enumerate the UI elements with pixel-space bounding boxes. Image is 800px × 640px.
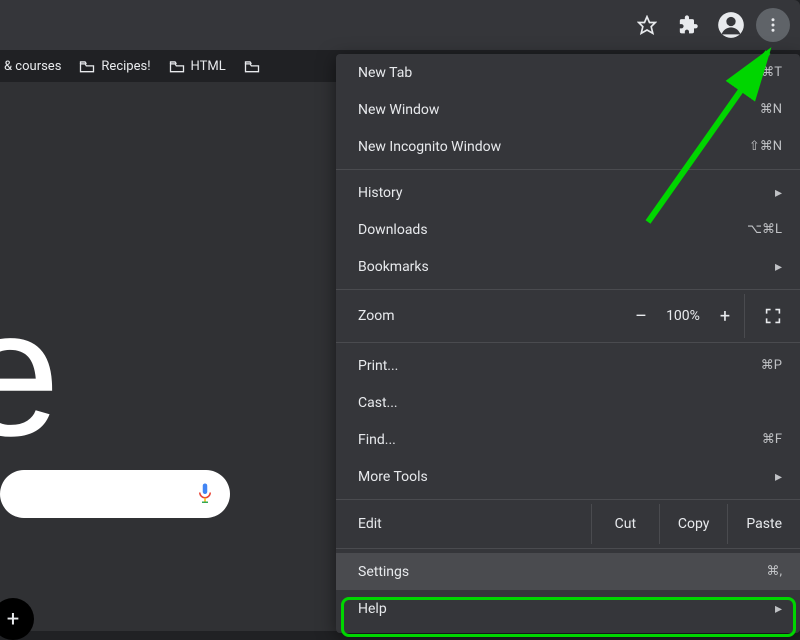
fullscreen-button[interactable] — [744, 294, 800, 338]
menu-shortcut: ⌘F — [762, 432, 782, 447]
menu-item-downloads[interactable]: Downloads ⌥⌘L — [336, 211, 800, 248]
menu-label: Edit — [336, 516, 591, 532]
bookmark-label: Recipes! — [101, 59, 150, 74]
folder-icon — [169, 60, 185, 73]
menu-label: Help — [358, 601, 387, 617]
menu-shortcut: ⇧⌘N — [749, 139, 782, 154]
menu-shortcut: ⌘, — [766, 564, 782, 579]
zoom-in-button[interactable]: + — [706, 306, 744, 327]
menu-separator — [336, 342, 800, 343]
menu-item-edit: Edit Cut Copy Paste — [336, 504, 800, 544]
menu-item-new-tab[interactable]: New Tab ⌘T — [336, 54, 800, 91]
folder-icon — [79, 60, 95, 73]
bookmark-label: HTML — [191, 59, 226, 74]
folder-icon — [244, 60, 260, 73]
menu-item-bookmarks[interactable]: Bookmarks ▸ — [336, 248, 800, 285]
menu-item-find[interactable]: Find... ⌘F — [336, 421, 800, 458]
edit-paste-button[interactable]: Paste — [727, 504, 800, 544]
bookmark-label: & courses — [4, 59, 61, 74]
browser-toolbar — [0, 0, 800, 50]
chevron-right-icon: ▸ — [775, 259, 782, 275]
bookmark-item-courses[interactable]: & courses — [4, 59, 61, 74]
menu-label: Print... — [358, 358, 398, 374]
menu-label: Bookmarks — [358, 259, 429, 275]
fullscreen-icon — [765, 308, 781, 324]
menu-separator — [336, 289, 800, 290]
zoom-value: 100% — [660, 308, 706, 324]
menu-shortcut: ⌘T — [761, 65, 782, 80]
menu-label: Cast... — [358, 395, 398, 411]
menu-label: History — [358, 185, 403, 201]
chevron-right-icon: ▸ — [775, 185, 782, 201]
menu-item-cast[interactable]: Cast... — [336, 384, 800, 421]
search-box[interactable] — [0, 470, 230, 518]
menu-item-help[interactable]: Help ▸ — [336, 590, 800, 627]
bookmark-item-unnamed[interactable] — [244, 60, 266, 73]
menu-label: Find... — [358, 432, 396, 448]
extensions-puzzle-icon[interactable] — [672, 8, 706, 42]
menu-item-print[interactable]: Print... ⌘P — [336, 347, 800, 384]
plus-icon: + — [7, 607, 19, 632]
menu-label: New Incognito Window — [358, 139, 501, 155]
edit-cut-button[interactable]: Cut — [591, 504, 659, 544]
chevron-right-icon: ▸ — [775, 601, 782, 617]
menu-item-more-tools[interactable]: More Tools ▸ — [336, 458, 800, 495]
menu-separator — [336, 548, 800, 549]
menu-item-zoom: Zoom – 100% + — [336, 294, 800, 338]
star-icon[interactable] — [630, 8, 664, 42]
menu-label: New Tab — [358, 65, 412, 81]
menu-item-new-window[interactable]: New Window ⌘N — [336, 91, 800, 128]
mic-icon[interactable] — [196, 482, 214, 506]
edit-copy-button[interactable]: Copy — [659, 504, 728, 544]
menu-label: Settings — [358, 564, 409, 580]
menu-separator — [336, 169, 800, 170]
zoom-out-button[interactable]: – — [622, 306, 660, 327]
menu-item-new-incognito[interactable]: New Incognito Window ⇧⌘N — [336, 128, 800, 165]
add-shortcut-button[interactable]: + — [0, 598, 34, 640]
profile-avatar-icon[interactable] — [714, 8, 748, 42]
menu-item-history[interactable]: History ▸ — [336, 174, 800, 211]
bookmark-item-html[interactable]: HTML — [169, 59, 226, 74]
menu-shortcut: ⌥⌘L — [747, 222, 782, 237]
bookmark-item-recipes[interactable]: Recipes! — [79, 59, 150, 74]
menu-label: More Tools — [358, 469, 428, 485]
menu-item-settings[interactable]: Settings ⌘, — [336, 553, 800, 590]
menu-label: Zoom — [336, 308, 622, 324]
chevron-right-icon: ▸ — [775, 469, 782, 485]
chrome-menu: New Tab ⌘T New Window ⌘N New Incognito W… — [336, 54, 800, 633]
menu-label: New Window — [358, 102, 439, 118]
menu-separator — [336, 499, 800, 500]
google-logo-fragment: e — [0, 270, 52, 477]
menu-label: Downloads — [358, 222, 428, 238]
kebab-menu-icon[interactable] — [756, 8, 790, 42]
menu-shortcut: ⌘P — [761, 358, 782, 373]
menu-shortcut: ⌘N — [760, 102, 782, 117]
